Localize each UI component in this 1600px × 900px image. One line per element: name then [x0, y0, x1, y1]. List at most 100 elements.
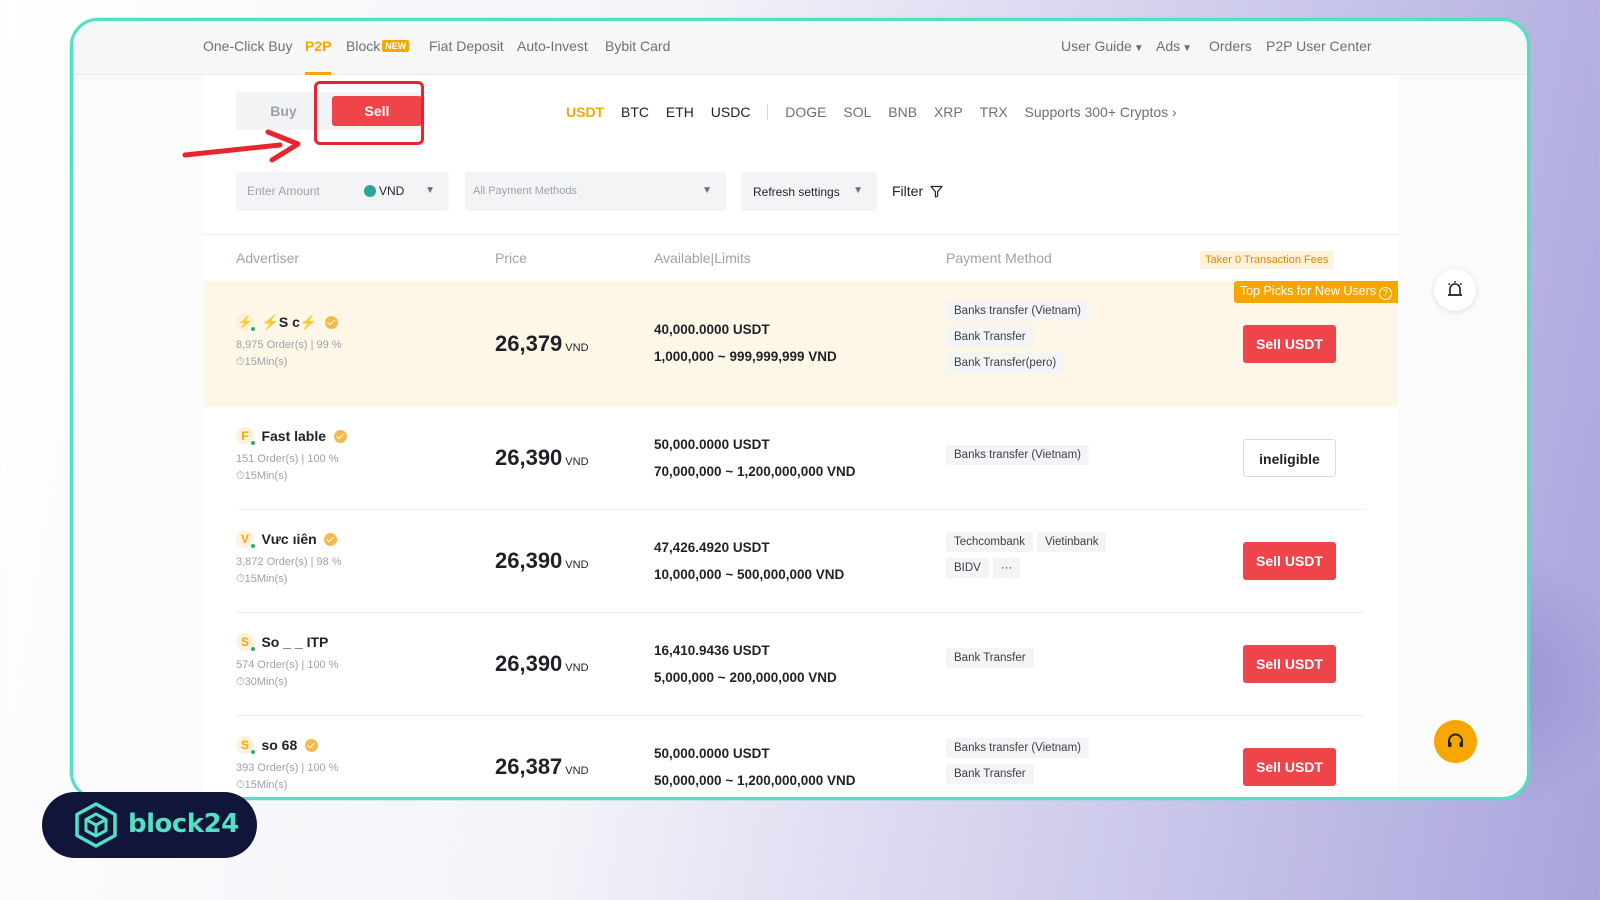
payment-tag: Banks transfer (Vietnam)	[946, 445, 1089, 465]
advertiser-cell: ⚡ ⚡S c⚡ 8,975 Order(s) | 99 % ⏱15Min(s)	[236, 313, 342, 369]
coin-tab-usdt[interactable]: USDT	[566, 104, 604, 120]
order-limits: 10,000,000 ~ 500,000,000 VND	[654, 567, 845, 582]
verified-badge-icon	[304, 738, 318, 752]
avatar[interactable]: S	[236, 736, 256, 755]
advertiser-name[interactable]: Fast lable	[261, 428, 326, 444]
online-dot-icon	[250, 440, 256, 446]
advertiser-cell: S So _ _ ITP 574 Order(s) | 100 % ⏱30Min…	[236, 633, 339, 689]
support-button[interactable]	[1434, 720, 1477, 763]
more-payments-tag[interactable]: ···	[992, 558, 1021, 578]
filter-button[interactable]: Filter	[892, 183, 943, 199]
coin-tab-eth[interactable]: ETH	[666, 104, 694, 120]
table-row: F Fast lable 151 Order(s) | 100 % ⏱15Min…	[203, 407, 1398, 510]
caret-down-icon: ▼	[1182, 43, 1193, 54]
nav-ads[interactable]: Ads ▼	[1156, 38, 1192, 54]
sell-usdt-button[interactable]: Sell USDT	[1243, 325, 1336, 363]
avatar[interactable]: ⚡	[236, 313, 256, 332]
sell-usdt-button[interactable]: Sell USDT	[1243, 542, 1336, 580]
refresh-settings-select[interactable]: Refresh settings ▼	[741, 172, 877, 211]
brand-name: block24	[128, 809, 239, 839]
verified-badge-icon	[324, 532, 338, 546]
online-dot-icon	[250, 326, 256, 332]
nav-p2p[interactable]: P2P	[305, 38, 331, 54]
amount-placeholder: Enter Amount	[247, 184, 320, 198]
price: 26,379 VND	[495, 331, 589, 357]
alarm-bell-icon	[1447, 281, 1463, 296]
filter-funnel-icon	[930, 185, 943, 198]
nav-block[interactable]: Block NEW	[346, 38, 410, 54]
price: 26,390 VND	[495, 548, 589, 574]
payment-time: ⏱30Min(s)	[236, 676, 288, 689]
order-limits: 1,000,000 ~ 999,999,999 VND	[654, 349, 837, 364]
payment-tag: Banks transfer (Vietnam)	[946, 301, 1089, 321]
advertiser-stats: 151 Order(s) | 100 %	[236, 453, 339, 466]
price-value: 26,390	[495, 445, 563, 470]
nav-fiat-deposit[interactable]: Fiat Deposit	[429, 38, 504, 54]
top-navigation: One-Click Buy P2P Block NEW Fiat Deposit …	[73, 21, 1527, 75]
price: 26,390 VND	[495, 651, 589, 677]
col-advertiser: Advertiser	[236, 250, 300, 266]
available-amount: 40,000.0000 USDT	[654, 322, 770, 337]
cube-logo-icon	[75, 802, 117, 848]
alert-button[interactable]	[1434, 269, 1476, 311]
available-limits: 50,000.0000 USDT 50,000,000 ~ 1,200,000,…	[654, 740, 856, 794]
coin-tab-trx[interactable]: TRX	[980, 104, 1008, 120]
payment-methods: Banks transfer (Vietnam) Bank Transfer	[946, 738, 1176, 790]
coin-tab-btc[interactable]: BTC	[621, 104, 649, 120]
nav-one-click-buy[interactable]: One-Click Buy	[203, 38, 292, 54]
nav-auto-invest[interactable]: Auto-Invest	[517, 38, 588, 54]
payment-methods: Bank Transfer	[946, 648, 1176, 674]
payment-method-select[interactable]: All Payment Methods ▼	[465, 172, 726, 211]
nav-bybit-card[interactable]: Bybit Card	[605, 38, 670, 54]
order-limits: 70,000,000 ~ 1,200,000,000 VND	[654, 464, 856, 479]
top-picks-label: Top Picks for New Users	[1239, 284, 1376, 298]
advertiser-stats: 8,975 Order(s) | 99 %	[236, 339, 342, 352]
coin-tab-usdc[interactable]: USDC	[711, 104, 751, 120]
header-divider	[203, 234, 1398, 235]
coin-tab-sol[interactable]: SOL	[843, 104, 871, 120]
payment-tag: Banks transfer (Vietnam)	[946, 738, 1089, 758]
avatar[interactable]: S	[236, 633, 256, 652]
coin-tab-doge[interactable]: DOGE	[785, 104, 826, 120]
coin-separator	[767, 104, 769, 120]
payment-methods: Techcombank Vietinbank BIDV ···	[946, 532, 1176, 584]
top-picks-badge[interactable]: Top Picks for New Users?	[1233, 281, 1398, 303]
amount-input[interactable]: Enter Amount VND ▼	[236, 172, 449, 211]
avatar[interactable]: V	[236, 530, 256, 549]
payment-tag: Bank Transfer(pero)	[946, 353, 1065, 373]
coin-tab-bnb[interactable]: BNB	[888, 104, 917, 120]
sell-tab[interactable]: Sell	[332, 96, 422, 126]
coin-tab-xrp[interactable]: XRP	[934, 104, 963, 120]
online-dot-icon	[250, 646, 256, 652]
vnd-coin-icon	[364, 185, 376, 197]
payment-tag: Techcombank	[946, 532, 1033, 552]
sell-usdt-button[interactable]: Sell USDT	[1243, 748, 1336, 786]
sell-usdt-button[interactable]: Sell USDT	[1243, 645, 1336, 683]
nav-user-guide[interactable]: User Guide ▼	[1061, 38, 1144, 54]
verified-badge-icon	[324, 315, 338, 329]
nav-block-label: Block	[346, 38, 381, 54]
red-arrow-pointer	[182, 129, 301, 163]
verified-badge-icon	[333, 429, 347, 443]
payment-methods: Banks transfer (Vietnam) Bank Transfer B…	[946, 301, 1176, 379]
nav-orders[interactable]: Orders	[1209, 38, 1252, 54]
payment-time: ⏱15Min(s)	[236, 779, 288, 792]
advertiser-name[interactable]: Vưc ıiên	[261, 531, 316, 547]
caret-down-icon: ▼	[702, 185, 712, 196]
advertiser-name[interactable]: ⚡S c⚡	[261, 314, 317, 330]
advertiser-name[interactable]: So _ _ ITP	[261, 634, 328, 650]
available-amount: 47,426.4920 USDT	[654, 540, 770, 555]
ineligible-button[interactable]: ineligible	[1243, 439, 1336, 477]
payment-methods: Banks transfer (Vietnam)	[946, 445, 1176, 471]
price-unit: VND	[565, 559, 589, 571]
supports-more-cryptos-link[interactable]: Supports 300+ Cryptos ›	[1025, 104, 1177, 120]
currency-select[interactable]: VND	[364, 184, 404, 198]
advertiser-stats: 393 Order(s) | 100 %	[236, 762, 339, 775]
available-limits: 47,426.4920 USDT 10,000,000 ~ 500,000,00…	[654, 534, 844, 588]
currency-label: VND	[379, 184, 405, 198]
avatar[interactable]: F	[236, 427, 256, 446]
caret-down-icon: ▼	[853, 185, 863, 196]
price-value: 26,390	[495, 651, 563, 676]
nav-p2p-user-center[interactable]: P2P User Center	[1266, 38, 1372, 54]
advertiser-name[interactable]: so 68	[261, 737, 297, 753]
